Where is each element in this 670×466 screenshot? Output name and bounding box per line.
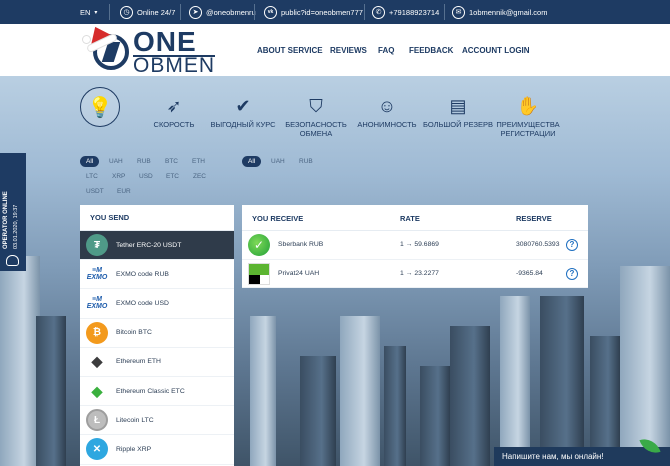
col-you-receive: YOU RECEIVE [252,214,304,223]
email-icon: ✉ [452,5,465,19]
top-bar: EN ▾ ◷ Online 24/7 ➤ @oneobmenru vk publ… [0,0,670,24]
vk-link[interactable]: vk public?id=oneobmen777 [264,4,363,20]
chat-bubble-icon [6,255,19,266]
whatsapp-icon: ✆ [372,5,385,19]
logo[interactable]: ONE OBMEN [82,20,235,76]
sberbank-icon: ✓ [248,234,270,256]
feature-registration: ✋ ПРЕИМУЩЕСТВА РЕГИСТРАЦИИ [496,96,560,138]
send-filter-eth[interactable]: ETH [186,156,211,167]
ripple-icon: ✕ [86,438,108,461]
send-filter-etc[interactable]: ETC [160,171,185,182]
telegram-link[interactable]: ➤ @oneobmenru [189,4,256,20]
coins-stack-icon: ▤ [449,96,467,116]
col-reserve: RESERVE [516,214,552,223]
ethereum-classic-icon: ◆ [86,380,108,403]
feature-security: ⛉ БЕЗОПАСНОСТЬ ОБМЕНА [285,96,347,138]
send-filter-rub[interactable]: RUB [131,156,157,167]
receive-filter-rub[interactable]: RUB [293,156,319,167]
feature-speed: ➶ СКОРОСТЬ [153,96,195,129]
send-filter-ltc[interactable]: LTC [80,171,104,182]
vk-icon: vk [264,5,277,19]
chart-check-icon: ✔ [235,96,251,116]
paper-plane-icon: ➶ [166,96,182,116]
send-filter-usdt[interactable]: USDT [80,186,110,197]
tether-icon: ₮ [86,234,108,257]
clock-icon: ◷ [120,5,133,19]
shield-icon: ⛉ [309,96,323,116]
receive-filter-uah[interactable]: UAH [265,156,291,167]
receive-filter-all[interactable]: All [242,156,262,167]
send-filter-zec[interactable]: ZEC [187,171,212,182]
send-filter-btc[interactable]: BTC [159,156,184,167]
handshake-icon: ✋ [516,96,540,116]
help-icon[interactable]: ? [566,267,578,280]
nav-faq[interactable]: FAQ [378,46,394,55]
send-item-tether[interactable]: ₮ Tether ERC-20 USDT [80,231,234,261]
nav-about-service[interactable]: ABOUT SERVICE [257,46,323,55]
send-filter-xrp[interactable]: XRP [106,171,131,182]
send-filter-usd[interactable]: USD [133,171,159,182]
feature-reserve: ▤ БОЛЬШОЙ РЕЗЕРВ [423,96,493,129]
telegram-icon: ➤ [189,5,202,19]
litecoin-icon: Ł [86,409,108,432]
send-panel-title: YOU SEND [80,205,234,231]
send-filter-all[interactable]: All [80,156,100,167]
nav-reviews[interactable]: REVIEWS [330,46,367,55]
receive-row-privat24[interactable]: Privat24 UAH 1 → 23.2277 -9365.84 ? [242,260,588,288]
help-icon[interactable]: ? [566,239,578,251]
whatsapp-link[interactable]: ✆ +79188923714 [372,4,439,20]
exmo-icon: ≡M EXMO [86,292,108,315]
exmo-icon: ≡M EXMO [86,263,108,286]
chat-widget[interactable]: Напишите нам, мы онлайн! [494,434,670,466]
privat24-icon [248,262,270,285]
language-selector[interactable]: EN ▾ [80,4,97,20]
bitcoin-icon: ₿ [86,321,108,344]
ethereum-icon: ◆ [86,350,108,373]
receive-panel: YOU RECEIVE RATE RESERVE ✓ Sberbank RUB … [242,205,588,288]
receive-header: YOU RECEIVE RATE RESERVE [242,205,588,231]
feature-rate: ✔ ВЫГОДНЫЙ КУРС [210,96,276,129]
chevron-down-icon: ▾ [94,9,98,16]
receive-row-sberbank[interactable]: ✓ Sberbank RUB 1 → 59.6869 3080760.5393 … [242,231,588,260]
col-rate: RATE [400,214,420,223]
send-panel: YOU SEND ₮ Tether ERC-20 USDT ≡M EXMO EXM… [80,205,234,466]
person-icon: ☺ [377,96,397,116]
send-item-ripple[interactable]: ✕ Ripple XRP [80,435,234,465]
send-item-litecoin[interactable]: Ł Litecoin LTC [80,406,234,436]
send-item-ethereum[interactable]: ◆ Ethereum ETH [80,348,234,377]
nav-feedback[interactable]: FEEDBACK [409,46,453,55]
nav-account-login[interactable]: ACCOUNT LOGIN [462,46,530,55]
send-item-ethereum-classic[interactable]: ◆ Ethereum Classic ETC [80,377,234,407]
send-filter-eur[interactable]: EUR [111,186,137,197]
lightbulb-icon: 💡 [80,87,120,127]
send-item-bitcoin[interactable]: ₿ Bitcoin BTC [80,319,234,348]
operator-online-tab[interactable]: OPERATOR ONLINE 03.01.2020, 19:37 [0,153,26,271]
feature-anonymity: ☺ АНОНИМНОСТЬ [357,96,417,129]
send-item-exmo-usd[interactable]: ≡M EXMO EXMO code USD [80,289,234,319]
send-filter-uah[interactable]: UAH [103,156,129,167]
send-item-exmo-rub[interactable]: ≡M EXMO EXMO code RUB [80,260,234,290]
online-status: ◷ Online 24/7 [120,4,175,20]
email-link[interactable]: ✉ 1obmennik@gmail.com [452,4,547,20]
